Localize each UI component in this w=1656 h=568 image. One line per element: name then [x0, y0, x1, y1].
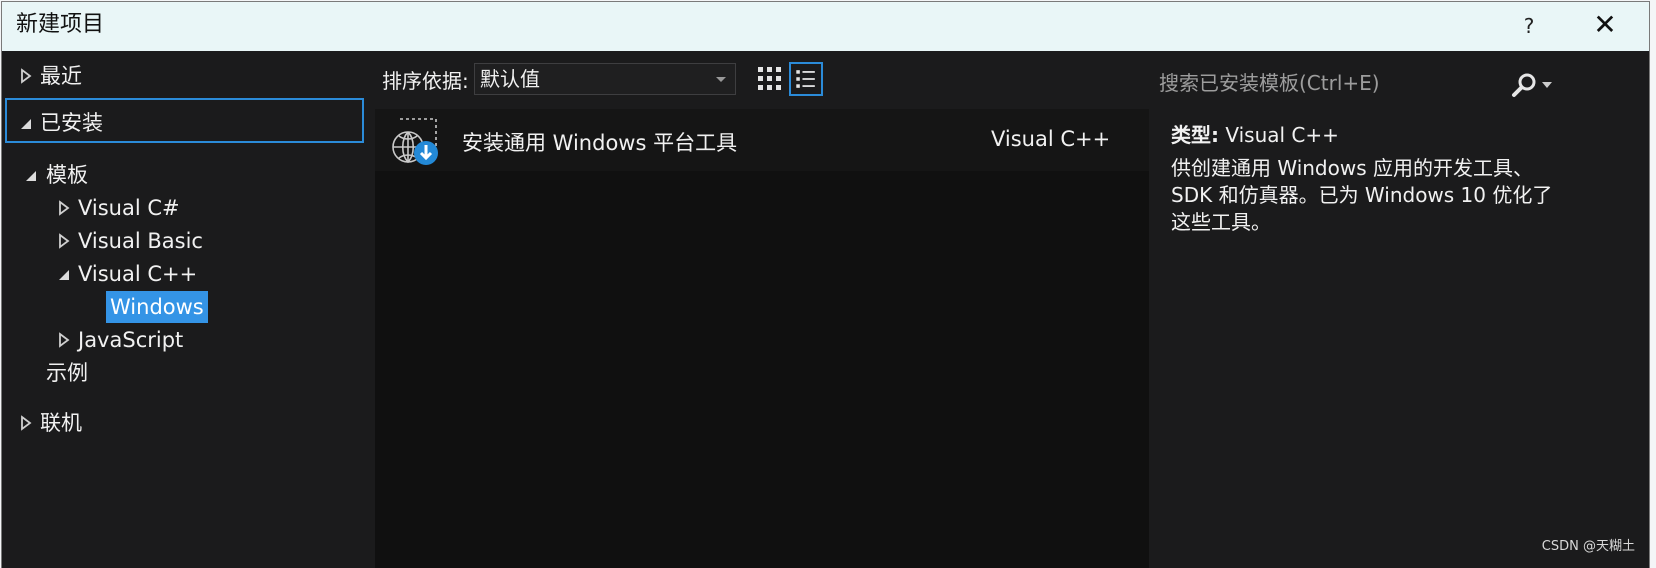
install-uwp-globe-download-icon [392, 118, 438, 165]
sort-dropdown-value: 默认值 [480, 67, 540, 91]
sort-dropdown[interactable]: 默认值 [474, 63, 736, 95]
tree-item-visual-cs[interactable]: Visual C# [2, 192, 362, 224]
type-label: 类型: [1171, 123, 1219, 147]
tree-label-windows: Windows [106, 291, 208, 323]
expand-arrow-icon[interactable] [55, 199, 73, 217]
tree-label-javascript: JavaScript [78, 328, 184, 352]
template-language: Visual C++ [991, 127, 1111, 151]
collapse-arrow-icon[interactable] [22, 166, 40, 184]
tree-item-templates[interactable]: 模板 [2, 159, 362, 191]
tree-item-installed[interactable]: 已安装 [2, 107, 362, 139]
details-panel: 搜索已安装模板(Ctrl+E) 类型: Visual C++ 供创建通用 Win… [1149, 51, 1649, 568]
search-input[interactable]: 搜索已安装模板(Ctrl+E) [1159, 67, 1380, 96]
tree-label-installed: 已安装 [40, 111, 103, 135]
tree-item-online[interactable]: 联机 [2, 407, 362, 439]
tree-item-visual-cpp[interactable]: Visual C++ [2, 258, 362, 290]
template-description: 供创建通用 Windows 应用的开发工具、SDK 和仿真器。已为 Window… [1171, 156, 1553, 234]
tree-item-windows[interactable]: Windows [106, 291, 208, 323]
tree-label-templates: 模板 [46, 163, 88, 187]
template-row-uwp-tools[interactable]: 安装通用 Windows 平台工具 Visual C++ [375, 109, 1149, 171]
dialog-title: 新建项目 [16, 12, 105, 37]
expand-arrow-icon[interactable] [17, 414, 35, 432]
tree-item-visual-basic[interactable]: Visual Basic [2, 225, 362, 257]
watermark: CSDN @天糊土 [1541, 539, 1635, 554]
expand-arrow-icon[interactable] [55, 331, 73, 349]
new-project-dialog: 新建项目 ? ✕ 最近 已安装 模板 Visual C# Visual Basi… [2, 2, 1649, 568]
template-search-box[interactable]: 搜索已安装模板(Ctrl+E) [1152, 60, 1552, 98]
tree-item-recent[interactable]: 最近 [2, 60, 362, 92]
collapse-arrow-icon[interactable] [55, 265, 73, 283]
search-options-arrow-icon[interactable] [1542, 82, 1552, 88]
tree-label-visual-cpp: Visual C++ [78, 262, 198, 286]
type-value: Visual C++ [1225, 123, 1339, 147]
title-bar: 新建项目 ? ✕ [2, 2, 1649, 51]
tree-label-recent: 最近 [40, 64, 82, 88]
tree-label-visual-cs: Visual C# [78, 196, 180, 220]
help-button[interactable]: ? [1514, 14, 1544, 38]
list-view-icon[interactable] [789, 62, 823, 96]
tree-label-online: 联机 [40, 411, 82, 435]
expand-arrow-icon[interactable] [17, 67, 35, 85]
tree-label-samples: 示例 [46, 361, 88, 385]
tree-label-visual-basic: Visual Basic [78, 229, 203, 253]
tree-item-javascript[interactable]: JavaScript [2, 324, 362, 356]
template-toolbar: 排序依据: 默认值 [375, 51, 1149, 109]
tree-item-samples[interactable]: 示例 [2, 357, 362, 389]
template-tree: 最近 已安装 模板 Visual C# Visual Basic Visual … [2, 51, 372, 568]
grid-view-icon[interactable] [753, 62, 787, 96]
dropdown-arrow-icon [716, 77, 726, 82]
sort-label: 排序依据: [382, 69, 469, 93]
expand-arrow-icon[interactable] [55, 232, 73, 250]
close-button[interactable]: ✕ [1588, 11, 1622, 41]
template-name: 安装通用 Windows 平台工具 [462, 131, 738, 155]
collapse-arrow-icon[interactable] [17, 114, 35, 132]
template-type: 类型: Visual C++ [1171, 119, 1339, 148]
search-icon[interactable] [1511, 72, 1539, 98]
template-list-panel: 排序依据: 默认值 安装通用 Windows 平台工具 Visual C++ [375, 51, 1149, 568]
